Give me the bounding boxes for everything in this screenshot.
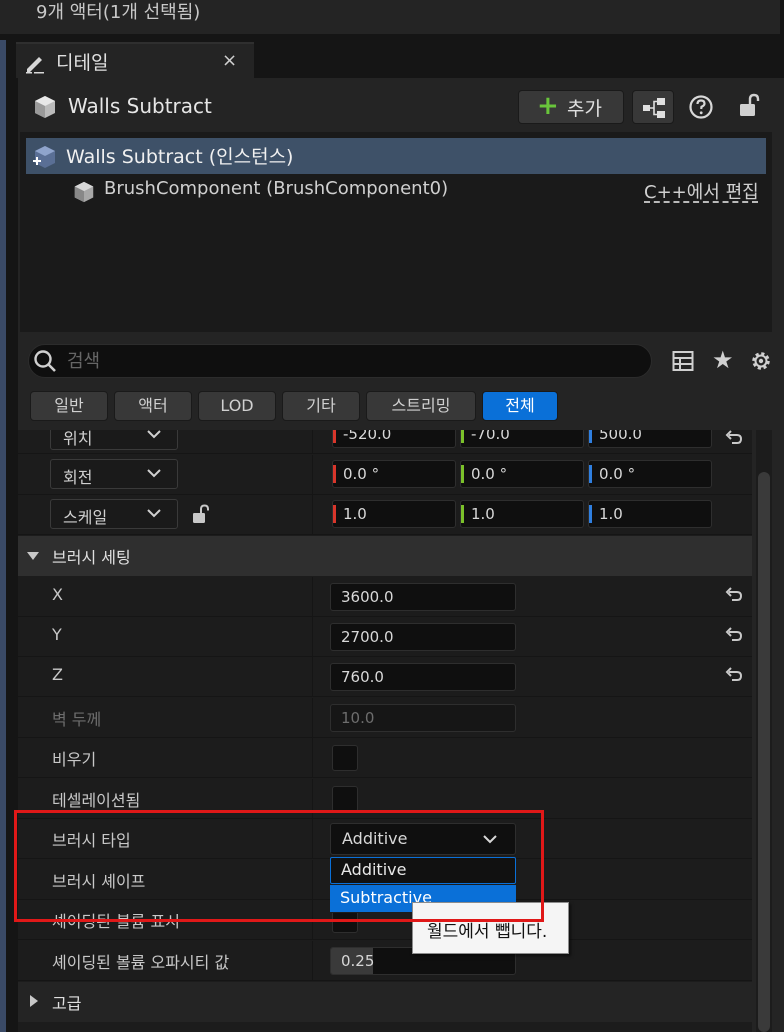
scale-z-field[interactable]: 1.0 xyxy=(588,500,712,528)
tab-details[interactable]: 디테일 × xyxy=(16,42,254,78)
z-field[interactable]: 760.0 xyxy=(330,663,516,691)
rotation-combo[interactable]: 회전 xyxy=(50,459,178,489)
rotation-y-field[interactable]: 0.0 ° xyxy=(460,460,584,488)
section-advanced-label: 고급 xyxy=(52,994,82,1013)
unlock-icon[interactable] xyxy=(190,503,212,527)
tree-item-root[interactable]: Walls Subtract (인스턴스) xyxy=(26,138,766,174)
cube-icon xyxy=(35,96,55,118)
selection-status-bar: 9개 액터(1개 선택됨) xyxy=(0,0,780,34)
property-row-rotation: 회전 0.0 ° 0.0 ° 0.0 ° xyxy=(18,455,752,495)
collapse-triangle-icon xyxy=(27,552,39,560)
left-panel-edge xyxy=(0,40,6,1032)
reset-arrow-icon[interactable] xyxy=(724,429,744,449)
hierarchy-icon xyxy=(643,98,665,118)
property-row-wall-thickness: 벽 두께 10.0 xyxy=(18,698,752,738)
property-row-hollow: 비우기 xyxy=(18,738,752,778)
add-button-label: 추가 xyxy=(567,98,602,120)
property-row-x: X 3600.0 xyxy=(18,577,752,617)
property-row-shaded-opacity: 셰이딩된 볼륨 오파시티 값 0.25 xyxy=(18,941,752,981)
filter-tab-all[interactable]: 전체 xyxy=(482,391,558,421)
close-icon[interactable]: × xyxy=(222,50,237,71)
section-brush-settings-label: 브러시 세팅 xyxy=(52,548,131,567)
reset-arrow-icon[interactable] xyxy=(724,666,744,686)
tree-child-label: BrushComponent (BrushComponent0) xyxy=(104,178,449,199)
filter-tab-lod[interactable]: LOD xyxy=(198,391,276,421)
star-icon[interactable]: ★ xyxy=(712,346,734,374)
hollow-checkbox[interactable] xyxy=(332,745,358,771)
table-view-icon[interactable] xyxy=(672,350,694,372)
property-row-y: Y 2700.0 xyxy=(18,617,752,657)
filter-tab-misc[interactable]: 기타 xyxy=(282,391,360,421)
tessellated-checkbox[interactable] xyxy=(332,786,358,812)
rotation-x-field[interactable]: 0.0 ° xyxy=(332,460,456,488)
gear-icon[interactable] xyxy=(748,348,774,374)
search-input[interactable] xyxy=(67,349,627,373)
component-cube-icon xyxy=(74,181,94,203)
tree-root-label: Walls Subtract (인스턴스) xyxy=(66,146,294,168)
actor-name: Walls Subtract xyxy=(68,94,212,118)
filter-tab-streaming[interactable]: 스트리밍 xyxy=(366,391,476,421)
wall-thickness-field: 10.0 xyxy=(330,704,516,732)
help-icon[interactable] xyxy=(688,94,714,120)
filter-tab-actor[interactable]: 액터 xyxy=(114,391,192,421)
brush-actor-icon xyxy=(33,146,55,168)
chevron-down-icon xyxy=(147,430,161,439)
add-component-button[interactable]: + 추가 xyxy=(518,90,624,124)
scale-combo[interactable]: 스케일 xyxy=(50,499,178,529)
rotation-z-field[interactable]: 0.0 ° xyxy=(588,460,712,488)
scrollbar-thumb[interactable] xyxy=(758,472,770,1032)
y-field[interactable]: 2700.0 xyxy=(330,623,516,651)
reset-arrow-icon[interactable] xyxy=(724,626,744,646)
tab-details-label: 디테일 xyxy=(56,52,109,74)
edit-in-cpp-link[interactable]: C++에서 편집 xyxy=(644,178,759,204)
expand-triangle-icon xyxy=(30,995,38,1007)
plus-icon: + xyxy=(537,91,559,121)
x-field[interactable]: 3600.0 xyxy=(330,583,516,611)
selection-status-text: 9개 액터(1개 선택됨) xyxy=(36,2,201,23)
scale-y-field[interactable]: 1.0 xyxy=(460,500,584,528)
chevron-down-icon xyxy=(147,509,161,518)
search-box xyxy=(28,344,652,378)
pencil-icon xyxy=(26,57,44,74)
highlight-annotation xyxy=(14,810,544,922)
reset-arrow-icon[interactable] xyxy=(724,586,744,606)
unlock-icon[interactable] xyxy=(736,92,762,120)
search-icon xyxy=(34,350,56,372)
section-brush-settings[interactable]: 브러시 세팅 xyxy=(18,536,752,576)
blueprint-button[interactable] xyxy=(632,90,674,124)
section-advanced[interactable]: 고급 xyxy=(18,982,752,1022)
property-row-z: Z 760.0 xyxy=(18,657,752,697)
chevron-down-icon xyxy=(147,469,161,478)
scale-x-field[interactable]: 1.0 xyxy=(332,500,456,528)
filter-tab-general[interactable]: 일반 xyxy=(30,391,108,421)
property-row-scale: 스케일 1.0 1.0 1.0 xyxy=(18,495,752,535)
